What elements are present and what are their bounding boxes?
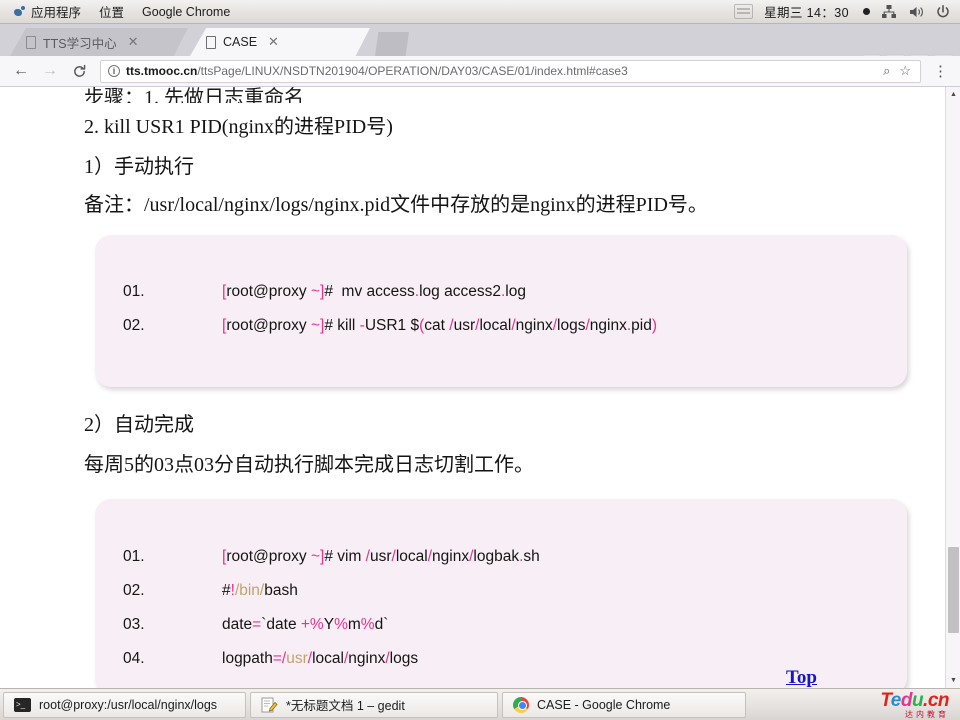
code-line-number: 02. [123, 317, 145, 334]
forward-button[interactable]: → [37, 58, 63, 84]
code-line: 01. [root@proxy ~]# mv access.log access… [95, 275, 907, 309]
applications-icon [13, 5, 26, 18]
paragraph-note-pidfile: 备注：/usr/local/nginx/logs/nginx.pid文件中存放的… [84, 194, 708, 216]
panel-menus: 应用程序 位置 Google Chrome [0, 0, 239, 23]
browser-toolbar: ← → i tts.tmooc.cn/ttsPage/LINUX/NSDTN20… [0, 56, 960, 87]
omnibox-actions: ⌕ ☆ [883, 63, 913, 79]
taskbar-item-label: CASE - Google Chrome [537, 697, 671, 712]
code-line-number: 04. [123, 650, 145, 667]
gedit-icon [261, 697, 278, 713]
tedu-logo-cn: .cn [923, 689, 949, 711]
bookmark-star-icon[interactable]: ☆ [899, 63, 911, 79]
scrollbar-thumb[interactable] [948, 547, 959, 633]
paragraph-weekly-schedule: 每周5的03点03分自动执行脚本完成日志切割工作。 [84, 454, 534, 476]
active-application-name: Google Chrome [142, 4, 231, 19]
tedu-logo-subtitle: 达内教育 [905, 709, 949, 719]
terminal-icon: >_ [14, 697, 31, 712]
taskbar-item-label: *无标题文档 1 – gedit [286, 699, 405, 713]
browser-tab-strip: TTS学习中心 ✕ CASE ✕ ⧉ — ❐ ✕ [0, 24, 960, 70]
tedu-logo-e: e [890, 689, 902, 711]
browser-tab-case[interactable]: CASE ✕ [190, 28, 370, 56]
paragraph-kill-usr1: 2. kill USR1 PID(nginx的进程PID号) [84, 116, 393, 138]
chrome-icon [513, 696, 529, 713]
code-line: 02. #!/bin/bash [95, 574, 907, 608]
panel-status-area: 星期三 14：30 [734, 2, 960, 21]
applications-menu-label: 应用程序 [31, 6, 82, 20]
address-bar[interactable]: i tts.tmooc.cn/ttsPage/LINUX/NSDTN201904… [100, 59, 921, 83]
screen: 应用程序 位置 Google Chrome 星期三 14：30 TTS学习中心 … [0, 0, 960, 720]
power-icon[interactable] [935, 4, 951, 20]
new-tab-button[interactable] [375, 32, 409, 56]
tab-close-icon[interactable]: ✕ [128, 34, 139, 50]
site-info-icon[interactable]: i [108, 65, 120, 77]
tedu-logo-text: Tedu.cn [880, 691, 949, 710]
taskbar-item-label: root@proxy:/usr/local/nginx/logs [39, 697, 218, 712]
code-line-number: 03. [123, 616, 145, 633]
recording-indicator-icon [863, 8, 870, 15]
keyboard-icon[interactable] [734, 4, 754, 19]
back-button[interactable]: ← [8, 58, 34, 84]
page-viewport: 步骤：1. 先做日志重命名 2. kill USR1 PID(nginx的进程P… [0, 87, 960, 688]
tedu-logo-u: u [911, 689, 924, 711]
reload-icon [73, 64, 85, 77]
code-block-script: 01. [root@proxy ~]# vim /usr/local/nginx… [95, 499, 907, 688]
code-line-text: [root@proxy ~]# mv access.log access2.lo… [222, 283, 526, 300]
scroll-down-arrow-icon[interactable]: ▼ [946, 673, 960, 688]
code-line: 02. [root@proxy ~]# kill -USR1 $(cat /us… [95, 309, 907, 343]
paragraph-auto-complete: 2）自动完成 [84, 414, 194, 436]
desktop-taskbar: >_ root@proxy:/usr/local/nginx/logs *无标题… [0, 688, 960, 720]
code-line-number: 01. [123, 548, 145, 565]
places-menu-label: 位置 [99, 6, 125, 20]
taskbar-item-terminal[interactable]: >_ root@proxy:/usr/local/nginx/logs [3, 691, 246, 718]
back-to-top-link[interactable]: Top [786, 667, 817, 688]
panel-clock[interactable]: 星期三 14：30 [764, 2, 849, 21]
url-host: tts.tmooc.cn [126, 64, 198, 78]
volume-icon[interactable] [908, 4, 924, 20]
code-line-text: logpath=/usr/local/nginx/logs [222, 650, 419, 667]
paragraph-manual-exec: 1）手动执行 [84, 156, 194, 178]
code-line-text: [root@proxy ~]# vim /usr/local/nginx/log… [222, 548, 540, 565]
zoom-icon[interactable]: ⌕ [883, 63, 890, 79]
taskbar-item-chrome[interactable]: CASE - Google Chrome [502, 691, 746, 718]
code-block-manual: 01. [root@proxy ~]# mv access.log access… [95, 235, 907, 387]
address-bar-text: tts.tmooc.cn/ttsPage/LINUX/NSDTN201904/O… [126, 64, 628, 78]
network-icon[interactable] [881, 4, 897, 20]
tedu-watermark-logo: Tedu.cn 达内教育 [880, 691, 957, 719]
page-scrollbar[interactable]: ▲ ▼ [945, 87, 960, 688]
places-menu[interactable]: 位置 [90, 0, 133, 23]
tab-close-icon[interactable]: ✕ [268, 34, 279, 50]
code-line-text: #!/bin/bash [222, 582, 298, 599]
code-line-text: date=`date +%Y%m%d` [222, 616, 389, 633]
browser-tab-title: TTS学习中心 [43, 36, 117, 51]
code-line: 03. date=`date +%Y%m%d` [95, 608, 907, 642]
code-line-text: [root@proxy ~]# kill -USR1 $(cat /usr/lo… [222, 317, 657, 334]
tedu-logo-d: d [900, 689, 913, 711]
tedu-logo-t: T [880, 689, 891, 711]
active-application-label[interactable]: Google Chrome [133, 3, 239, 21]
code-line-number: 02. [123, 582, 145, 599]
url-path: /ttsPage/LINUX/NSDTN201904/OPERATION/DAY… [197, 64, 628, 78]
browser-tab-tts[interactable]: TTS学习中心 ✕ [10, 28, 188, 56]
applications-menu[interactable]: 应用程序 [4, 0, 90, 23]
code-line: 01. [root@proxy ~]# vim /usr/local/nginx… [95, 540, 907, 574]
taskbar-item-gedit[interactable]: *无标题文档 1 – gedit [250, 691, 498, 718]
browser-tab-title: CASE [223, 35, 258, 49]
scroll-up-arrow-icon[interactable]: ▲ [946, 87, 960, 102]
desktop-top-panel: 应用程序 位置 Google Chrome 星期三 14：30 [0, 0, 960, 24]
tab-page-icon [206, 35, 216, 49]
tab-page-icon [26, 35, 36, 49]
chrome-menu-icon[interactable]: ⋮ [929, 62, 952, 80]
reload-button[interactable] [66, 58, 92, 84]
code-line-number: 01. [123, 283, 145, 300]
clipped-step-heading: 步骤：1. 先做日志重命名 [84, 87, 304, 103]
